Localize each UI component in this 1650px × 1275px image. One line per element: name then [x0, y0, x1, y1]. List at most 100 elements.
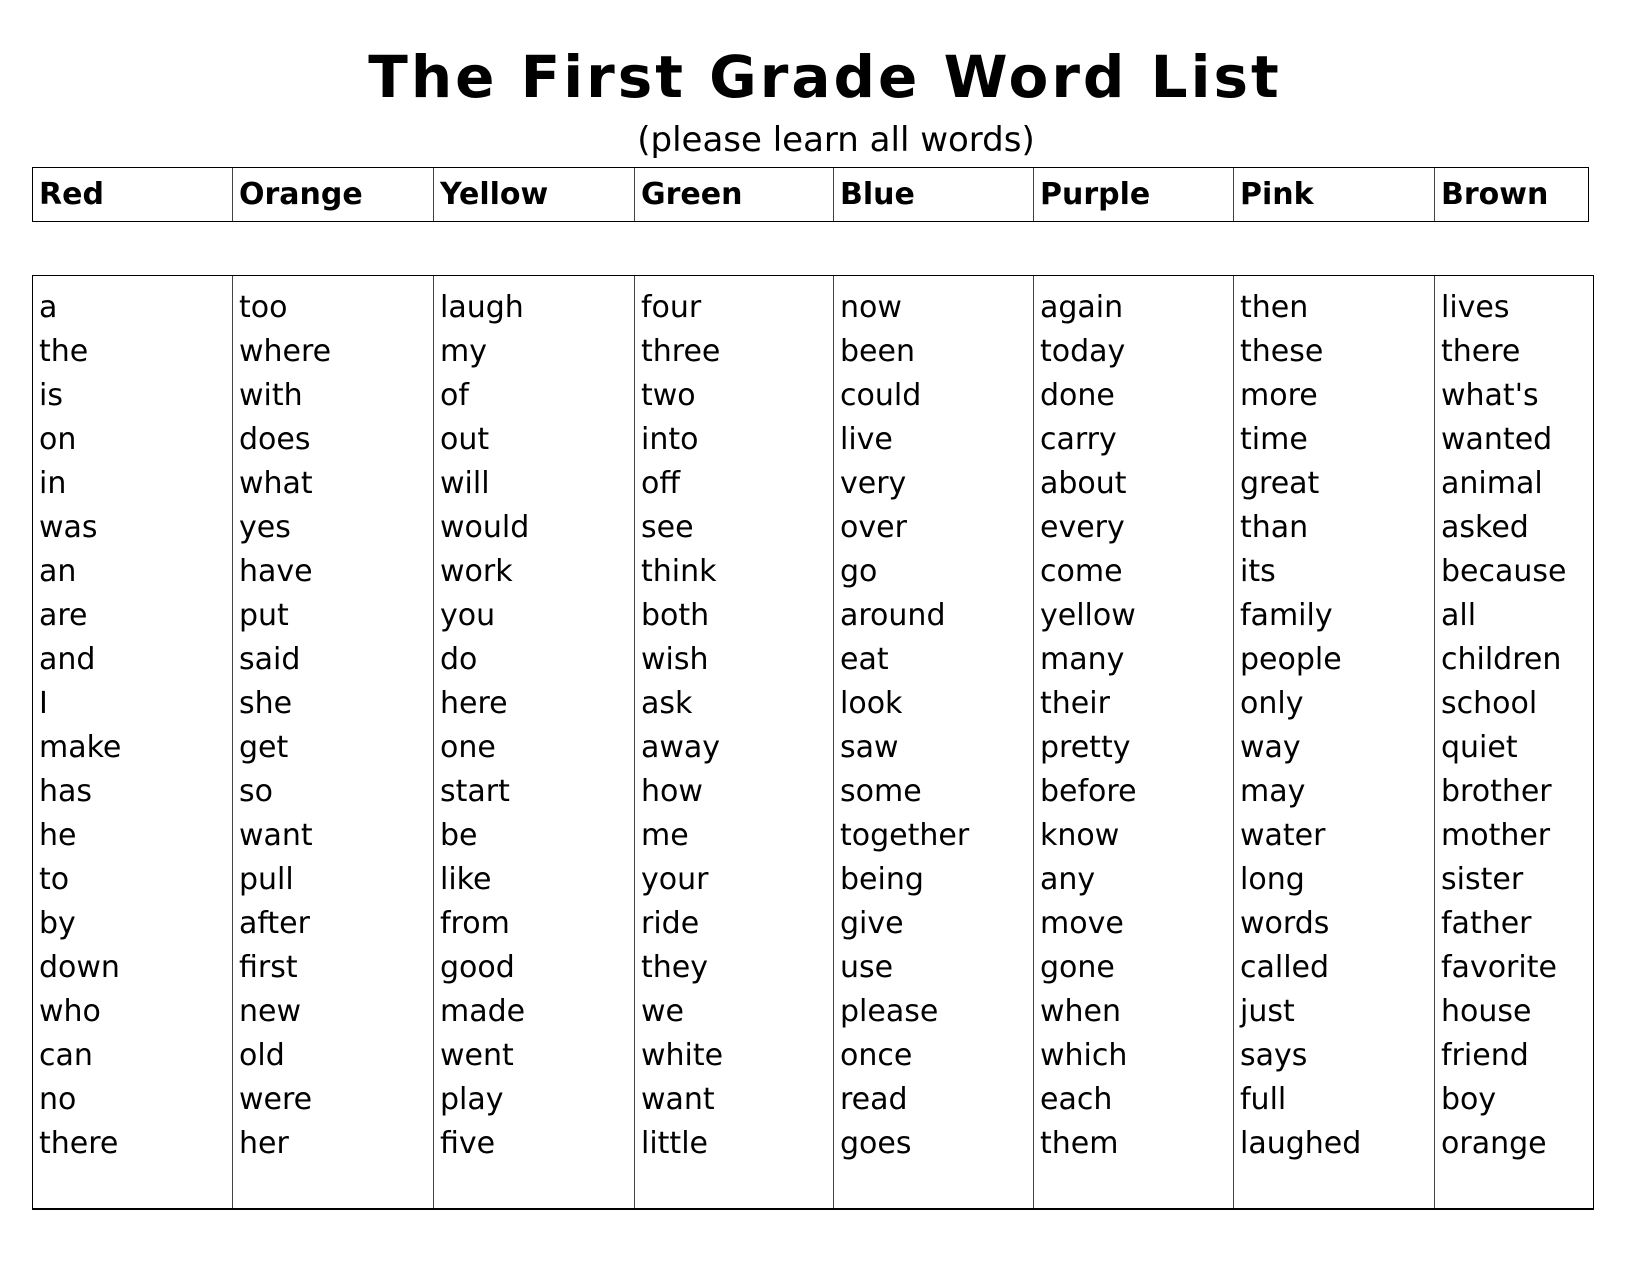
word-item: words — [1240, 906, 1330, 941]
word-item: start — [440, 774, 510, 809]
word-item: you — [440, 598, 496, 633]
word-item: today — [1040, 334, 1126, 369]
word-item: on — [39, 422, 77, 457]
word-item: eat — [840, 642, 889, 677]
word-item: yellow — [1040, 598, 1136, 633]
word-item: long — [1240, 862, 1305, 897]
word-item: orange — [1441, 1126, 1547, 1161]
word-item: is — [39, 378, 63, 413]
word-item: water — [1240, 818, 1326, 853]
word-item: went — [440, 1038, 514, 1073]
word-item: animal — [1441, 466, 1543, 501]
word-item: over — [840, 510, 907, 545]
word-item: have — [239, 554, 313, 589]
word-item: five — [440, 1126, 496, 1161]
word-item: here — [440, 686, 508, 721]
word-item: by — [39, 906, 76, 941]
column-header-green: Green — [635, 168, 834, 221]
word-item: he — [39, 818, 77, 853]
word-item: who — [39, 994, 101, 1029]
word-item: does — [239, 422, 311, 457]
word-item: could — [840, 378, 922, 413]
word-item: lives — [1441, 290, 1510, 325]
word-item: a — [39, 290, 58, 325]
word-item: work — [440, 554, 513, 589]
word-item: to — [39, 862, 70, 897]
word-item: what's — [1441, 378, 1539, 413]
word-item: made — [440, 994, 526, 1029]
word-item: just — [1240, 994, 1295, 1029]
word-item: laughed — [1240, 1126, 1362, 1161]
word-item: says — [1240, 1038, 1308, 1073]
word-item: its — [1240, 554, 1276, 589]
word-column-pink: then these more time great than its family peopl… — [1234, 276, 1435, 1208]
word-item: favorite — [1441, 950, 1557, 985]
word-item: sister — [1441, 862, 1524, 897]
word-item: school — [1441, 686, 1538, 721]
word-item: think — [641, 554, 717, 589]
word-item: an — [39, 554, 77, 589]
page-title: The First Grade Word List — [368, 43, 1282, 111]
column-header-purple: Purple — [1034, 168, 1234, 221]
word-item: together — [840, 818, 970, 853]
word-item: saw — [840, 730, 899, 765]
word-item: was — [39, 510, 98, 545]
word-item: like — [440, 862, 492, 897]
word-item: we — [641, 994, 684, 1029]
word-item: goes — [840, 1126, 912, 1161]
word-item: done — [1040, 378, 1115, 413]
word-item: from — [440, 906, 510, 941]
word-item: pretty — [1040, 730, 1131, 765]
word-item: called — [1240, 950, 1330, 985]
word-column-yellow: laugh my of out will would work you do here one sta… — [434, 276, 635, 1208]
word-item: away — [641, 730, 721, 765]
word-item: live — [840, 422, 893, 457]
word-item: friend — [1441, 1038, 1529, 1073]
word-item: read — [840, 1082, 908, 1117]
word-column-green: four three two into off see think both wish ask aw… — [635, 276, 834, 1208]
word-column-brown: lives there what's wanted animal asked because… — [1435, 276, 1595, 1208]
word-item: the — [39, 334, 89, 369]
word-item: do — [440, 642, 478, 677]
word-item: with — [239, 378, 303, 413]
word-item: can — [39, 1038, 93, 1073]
column-header-blue: Blue — [834, 168, 1034, 221]
word-item: which — [1040, 1038, 1128, 1073]
word-item: laugh — [440, 290, 524, 325]
word-item: put — [239, 598, 289, 633]
word-item: want — [641, 1082, 715, 1117]
word-item: has — [39, 774, 93, 809]
word-item: pull — [239, 862, 294, 897]
word-item: wish — [641, 642, 709, 677]
word-item: house — [1441, 994, 1532, 1029]
word-item: how — [641, 774, 703, 809]
word-item: some — [840, 774, 922, 809]
word-item: yes — [239, 510, 291, 545]
word-item: being — [840, 862, 924, 897]
word-item: once — [840, 1038, 913, 1073]
word-item: any — [1040, 862, 1096, 897]
word-item: both — [641, 598, 710, 633]
word-item: boy — [1441, 1082, 1497, 1117]
word-item: said — [239, 642, 301, 677]
word-item: many — [1040, 642, 1125, 677]
word-item: every — [1040, 510, 1125, 545]
word-item: off — [641, 466, 681, 501]
word-item: may — [1240, 774, 1306, 809]
word-item: will — [440, 466, 490, 501]
word-item: into — [641, 422, 699, 457]
word-item: full — [1240, 1082, 1287, 1117]
word-item: would — [440, 510, 530, 545]
column-header-yellow: Yellow — [434, 168, 635, 221]
word-item: each — [1040, 1082, 1113, 1117]
word-item: great — [1240, 466, 1320, 501]
word-item: gone — [1040, 950, 1115, 985]
word-item: where — [239, 334, 332, 369]
word-item: very — [840, 466, 907, 501]
word-item: brother — [1441, 774, 1552, 809]
column-header-pink: Pink — [1234, 168, 1435, 221]
column-header-red: Red — [33, 168, 233, 221]
word-item: children — [1441, 642, 1562, 677]
word-item: come — [1040, 554, 1123, 589]
word-item: please — [840, 994, 939, 1029]
